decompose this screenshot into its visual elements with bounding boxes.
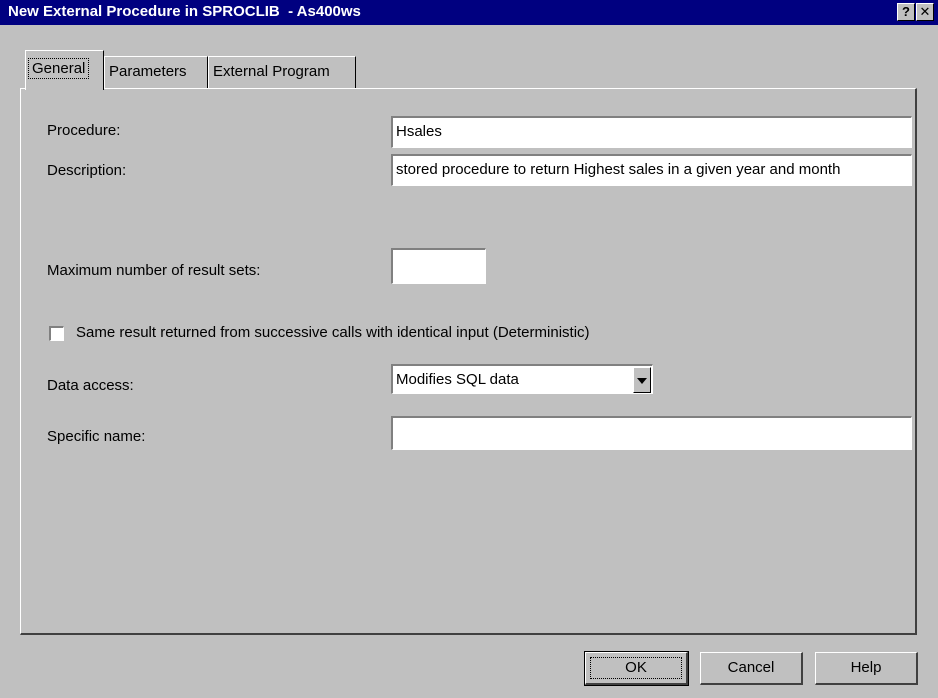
tab-general[interactable]: General [25,50,104,90]
specific-name-label: Specific name: [47,428,146,445]
chevron-down-icon [637,378,647,384]
tab-parameters[interactable]: Parameters [104,56,208,88]
max-result-sets-input[interactable] [391,248,486,284]
cancel-button[interactable]: Cancel [700,652,803,685]
dropdown-button[interactable] [633,367,651,393]
tab-external-program[interactable]: External Program [208,56,356,88]
help-icon[interactable]: ? [897,3,915,21]
procedure-input[interactable]: Hsales [391,116,912,148]
data-access-label: Data access: [47,377,134,394]
description-input[interactable]: stored procedure to return Highest sales… [391,154,912,186]
data-access-select[interactable]: Modifies SQL data [391,364,653,394]
tab-parameters-label: Parameters [109,63,187,80]
procedure-label: Procedure: [47,122,121,139]
focus-rectangle [590,657,682,679]
deterministic-checkbox[interactable] [49,326,64,341]
tab-general-label: General [27,58,90,79]
specific-name-input[interactable] [391,416,912,450]
help-button[interactable]: Help [815,652,918,685]
description-label: Description: [47,162,127,179]
deterministic-label: Same result returned from successive cal… [76,324,590,341]
max-result-sets-label: Maximum number of result sets: [47,262,261,279]
cancel-button-label: Cancel [727,659,775,676]
window-title: New External Procedure in SPROCLIB - As4… [8,3,361,20]
help-button-label: Help [850,659,882,676]
title-bar: New External Procedure in SPROCLIB - As4… [0,0,938,25]
ok-button[interactable]: OK [584,651,689,686]
data-access-value: Modifies SQL data [396,371,519,388]
close-icon[interactable]: ✕ [916,3,934,21]
tab-external-program-label: External Program [213,63,330,80]
